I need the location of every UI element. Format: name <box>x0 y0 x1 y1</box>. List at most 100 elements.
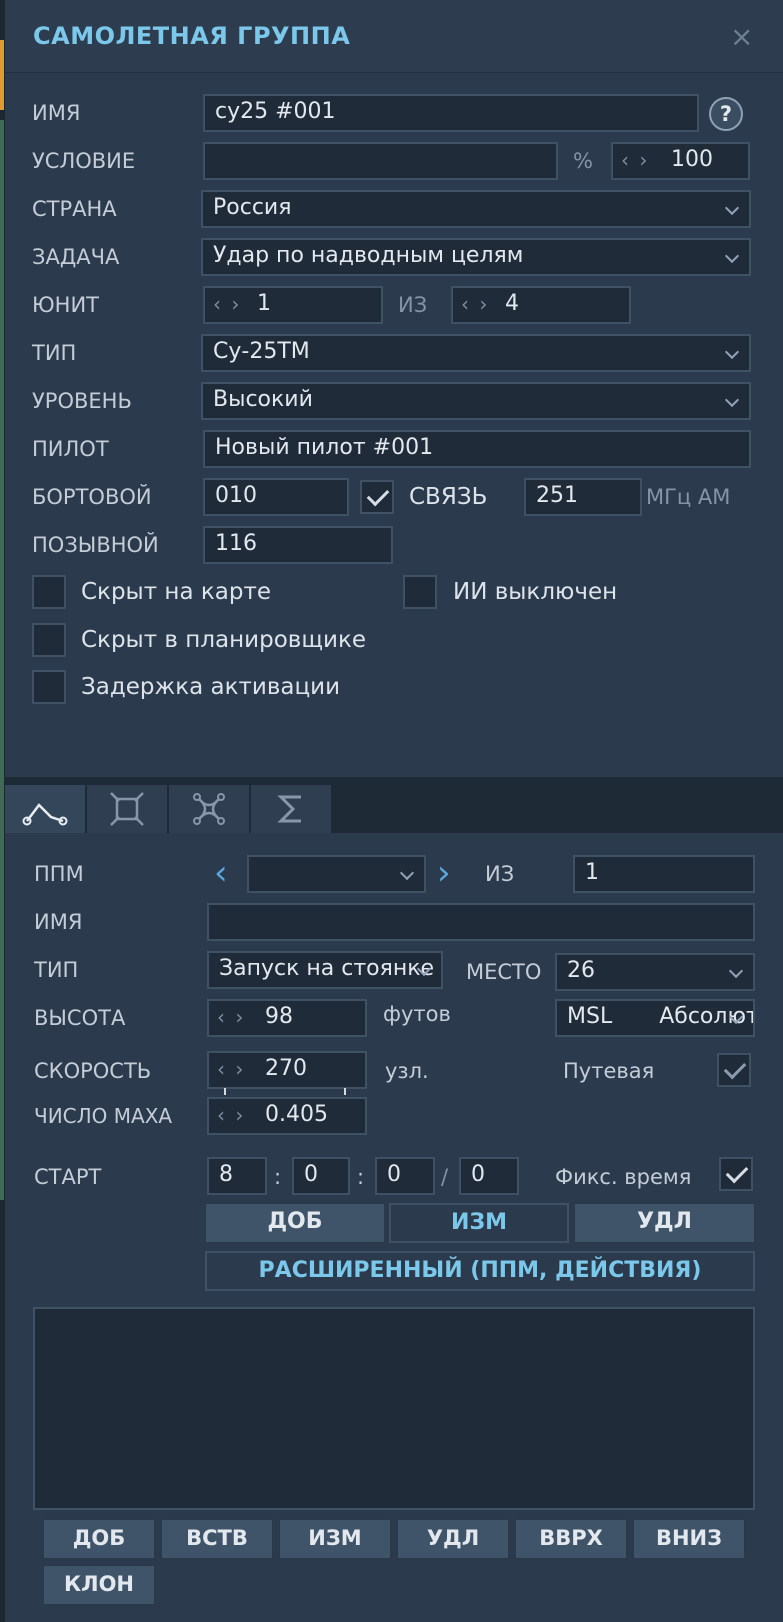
stepper-arrows-icon[interactable]: ‹ › <box>213 288 241 320</box>
stepper-arrows-icon[interactable]: ‹ › <box>461 288 489 320</box>
start-day-input[interactable]: 0 <box>459 1157 519 1195</box>
altitude-reference-select[interactable]: MSL Абсолютная <box>555 999 755 1037</box>
start-hours-input[interactable]: 8 <box>207 1157 267 1195</box>
speed-label: СКОРОСТЬ <box>34 1059 152 1083</box>
ai-off-checkbox[interactable] <box>403 575 437 609</box>
tab-targets[interactable] <box>87 785 167 833</box>
country-label: СТРАНА <box>32 197 117 221</box>
actions-list[interactable] <box>33 1307 755 1510</box>
radio-label: СВЯЗЬ <box>409 484 488 510</box>
task-label: ЗАДАЧА <box>32 245 120 269</box>
fixed-time-checkbox[interactable] <box>719 1157 753 1191</box>
speed-tick <box>224 1088 226 1095</box>
waypoint-select[interactable] <box>247 855 426 893</box>
skill-select[interactable]: Высокий <box>201 382 751 420</box>
percent-stepper[interactable]: ‹ › 100 <box>611 142 750 180</box>
list-clone-button[interactable]: КЛОН <box>43 1565 155 1605</box>
radio-unit-label: МГц АМ <box>646 485 731 509</box>
fixed-time-label: Фикс. время <box>555 1165 692 1189</box>
track-speed-checkbox[interactable] <box>717 1053 751 1087</box>
altitude-reference-msl: MSL <box>567 1004 613 1029</box>
unit-total-stepper[interactable]: ‹ › 4 <box>451 286 631 324</box>
callsign-label: ПОЗЫВНОЙ <box>32 533 159 557</box>
waypoint-type-label: ТИП <box>34 958 79 982</box>
late-activation-checkbox[interactable] <box>32 670 66 704</box>
waypoint-of-label: ИЗ <box>485 862 515 886</box>
time-slash: / <box>441 1165 449 1189</box>
task-select[interactable]: Удар по надводным целям <box>201 238 751 276</box>
unit-total-value: 4 <box>505 291 519 316</box>
start-minutes-input[interactable]: 0 <box>292 1157 350 1195</box>
list-insert-button[interactable]: ВСТВ <box>161 1519 273 1559</box>
waypoint-type-select[interactable]: Запуск на стоянке <box>207 951 443 989</box>
stepper-arrows-icon[interactable]: ‹ › <box>217 1001 245 1033</box>
callsign-input[interactable]: 116 <box>203 526 393 564</box>
hidden-in-planner-checkbox[interactable] <box>32 623 66 657</box>
speed-value: 270 <box>265 1056 307 1081</box>
altitude-stepper[interactable]: ‹ › 98 <box>207 999 367 1037</box>
stepper-arrows-icon[interactable]: ‹ › <box>217 1099 245 1131</box>
waypoint-name-label: ИМЯ <box>34 910 83 934</box>
edit-waypoint-button[interactable]: ИЗМ <box>389 1203 569 1243</box>
percent-label: % <box>573 149 593 173</box>
window-title: САМОЛЕТНАЯ ГРУППА <box>33 22 351 50</box>
waypoint-total: 1 <box>573 855 755 893</box>
tab-route[interactable] <box>5 785 85 833</box>
board-number-input[interactable]: 010 <box>203 478 349 516</box>
name-label: ИМЯ <box>32 101 81 125</box>
list-move-up-button[interactable]: ВВРХ <box>515 1519 627 1559</box>
group-name-input[interactable]: су25 #001 <box>203 94 699 132</box>
close-icon[interactable]: × <box>730 20 753 54</box>
stepper-arrows-icon[interactable]: ‹ › <box>621 144 649 176</box>
altitude-label: ВЫСОТА <box>34 1006 126 1030</box>
list-move-down-button[interactable]: ВНИЗ <box>633 1519 745 1559</box>
time-colon: : <box>274 1165 282 1189</box>
condition-label: УСЛОВИЕ <box>32 149 136 173</box>
condition-input[interactable] <box>203 142 558 180</box>
payload-icon <box>193 793 225 825</box>
start-label: СТАРТ <box>34 1165 102 1189</box>
speed-stepper[interactable]: ‹ › 270 <box>207 1051 367 1089</box>
waypoint-name-input[interactable] <box>207 903 755 941</box>
hidden-on-map-label: Скрыт на карте <box>81 579 271 605</box>
time-colon: : <box>357 1165 365 1189</box>
track-speed-label: Путевая <box>563 1059 655 1083</box>
list-add-button[interactable]: ДОБ <box>43 1519 155 1559</box>
country-select[interactable]: Россия <box>201 190 751 228</box>
pilot-name-input[interactable]: Новый пилот #001 <box>203 430 751 468</box>
unit-value: 1 <box>257 291 271 316</box>
board-number-label: БОРТОВОЙ <box>32 485 152 509</box>
ai-off-label: ИИ выключен <box>453 579 618 605</box>
tab-payload[interactable] <box>169 785 249 833</box>
hidden-on-map-checkbox[interactable] <box>32 575 66 609</box>
help-icon[interactable]: ? <box>709 97 743 131</box>
aircraft-type-select[interactable]: Су-25ТМ <box>201 334 751 372</box>
altitude-unit-label: футов <box>383 1002 451 1026</box>
next-waypoint-icon[interactable]: › <box>437 856 451 890</box>
pilot-label: ПИЛОТ <box>32 437 109 461</box>
unit-label: ЮНИТ <box>32 293 99 317</box>
unit-stepper[interactable]: ‹ › 1 <box>203 286 383 324</box>
advanced-actions-button[interactable]: РАСШИРЕННЫЙ (ППМ, ДЕЙСТВИЯ) <box>205 1251 755 1291</box>
speed-tick <box>344 1088 346 1095</box>
speed-unit-label: узл. <box>385 1059 429 1083</box>
radio-checkbox[interactable] <box>360 480 394 514</box>
mach-stepper[interactable]: ‹ › 0.405 <box>207 1097 367 1135</box>
radio-frequency-input[interactable]: 251 <box>524 478 642 516</box>
hidden-in-planner-label: Скрыт в планировщике <box>81 627 366 653</box>
add-waypoint-button[interactable]: ДОБ <box>205 1203 385 1243</box>
left-edge-accent <box>0 40 4 110</box>
skill-label: УРОВЕНЬ <box>32 389 132 413</box>
list-edit-button[interactable]: ИЗМ <box>279 1519 391 1559</box>
mach-label: ЧИСЛО МАХА <box>34 1104 173 1128</box>
delete-waypoint-button[interactable]: УДЛ <box>574 1203 755 1243</box>
place-select[interactable]: 26 <box>555 953 755 991</box>
start-seconds-input[interactable]: 0 <box>375 1157 435 1195</box>
place-label: МЕСТО <box>466 960 542 984</box>
altitude-value: 98 <box>265 1004 293 1029</box>
stepper-arrows-icon[interactable]: ‹ › <box>217 1053 245 1085</box>
prev-waypoint-icon[interactable]: ‹ <box>214 856 228 890</box>
type-label: ТИП <box>32 341 77 365</box>
tab-summary[interactable] <box>251 785 331 833</box>
list-delete-button[interactable]: УДЛ <box>397 1519 509 1559</box>
